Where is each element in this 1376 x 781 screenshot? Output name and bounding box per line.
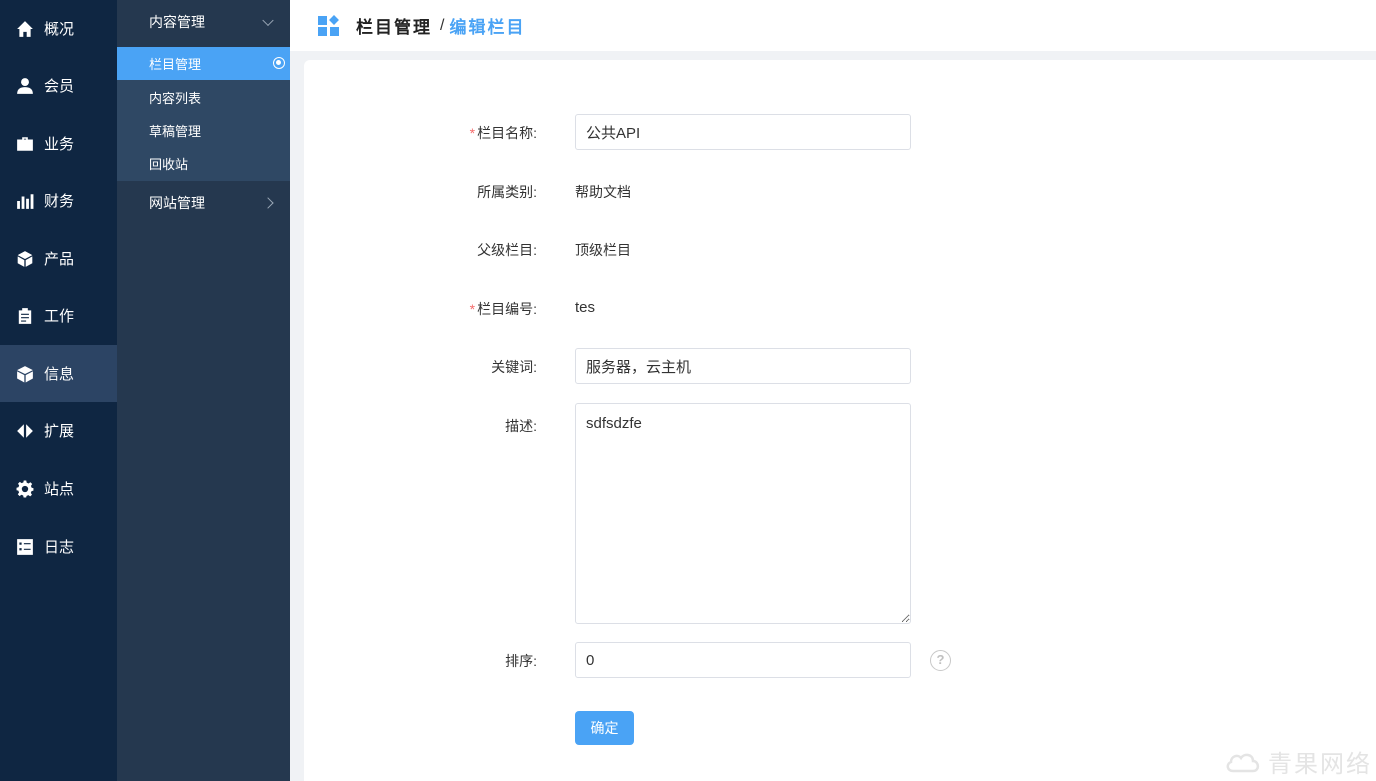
breadcrumb-parent[interactable]: 栏目管理 [356,13,432,38]
nav-item-products[interactable]: 产品 [0,230,117,287]
required-mark: * [469,125,476,141]
group-site-management[interactable]: 网站管理 [117,181,290,225]
nav-label: 产品 [44,251,75,268]
bar-chart-icon [16,192,34,210]
expand-arrows-icon [16,422,34,440]
group-label: 内容管理 [149,14,205,30]
submenu-label: 回收站 [149,157,189,172]
nav-item-work[interactable]: 工作 [0,287,117,344]
user-icon [16,77,34,95]
column-code-label: * 栏目编号: [469,301,537,317]
nav-item-logs[interactable]: 日志 [0,518,117,575]
nav-item-site[interactable]: 站点 [0,460,117,517]
required-mark: * [469,301,476,317]
box-icon [16,365,34,383]
breadcrumb-separator: / [440,16,445,34]
submenu-label: 栏目管理 [149,57,202,72]
chevron-right-icon [262,197,274,209]
breadcrumb-current: 编辑栏目 [449,18,526,37]
secondary-sidebar: 内容管理 栏目管理 内容列表 草稿管理 回收站 网站管理 [117,0,290,781]
submenu-label: 草稿管理 [149,124,202,139]
cube-icon [16,250,34,268]
nav-label: 会员 [44,78,75,95]
parent-column-label: 父级栏目: [477,242,537,258]
description-textarea[interactable]: sdfsdzfe [575,403,911,624]
keywords-label: 关键词: [491,359,537,375]
submit-button[interactable]: 确定 [575,711,634,745]
submenu-label: 内容列表 [149,91,202,106]
nav-label: 工作 [44,308,75,325]
top-header: 栏目管理 / 编辑栏目 [290,0,1376,51]
watermark: 青果网络 [1224,744,1372,779]
home-icon [16,20,34,38]
nav-label: 概况 [44,21,75,38]
description-label: 描述: [505,418,537,434]
grid-icon [318,14,339,36]
chevron-down-icon [262,14,274,27]
nav-item-business[interactable]: 业务 [0,115,117,172]
submenu-item-drafts[interactable]: 草稿管理 [117,114,290,147]
group-label: 网站管理 [149,195,205,211]
nav-label: 财务 [44,193,75,210]
watermark-text: 青果网络 [1268,751,1372,778]
edit-column-form: *栏目名称: 所属类别: 帮助文档 父级栏目: 顶级栏目 *栏目编号: tes … [304,60,1376,781]
column-name-label: * 栏目名称: [469,125,537,141]
checklist-icon [16,538,34,556]
nav-label: 业务 [44,136,75,153]
group-content-management[interactable]: 内容管理 [117,0,290,44]
cloud-logo-icon [1226,753,1260,772]
sort-order-input[interactable] [575,642,911,678]
submenu-item-column-management[interactable]: 栏目管理 [117,47,290,80]
gear-icon [16,480,34,498]
active-radio-icon [273,57,285,69]
nav-label: 扩展 [44,423,75,440]
sort-order-label: 排序: [505,653,537,669]
nav-item-extensions[interactable]: 扩展 [0,402,117,459]
nav-item-members[interactable]: 会员 [0,57,117,114]
main-sidebar: 概况 会员 业务 财务 产品 工作 信息 扩展 站点 日志 [0,0,117,781]
nav-label: 信息 [44,366,75,383]
clipboard-icon [16,307,34,325]
help-icon[interactable]: ? [930,650,951,671]
nav-item-info[interactable]: 信息 [0,345,117,402]
nav-item-finance[interactable]: 财务 [0,172,117,229]
column-name-input[interactable] [575,114,911,150]
nav-label: 日志 [44,539,75,556]
submenu-item-content-list[interactable]: 内容列表 [117,81,290,114]
category-label: 所属类别: [477,184,537,200]
nav-item-overview[interactable]: 概况 [0,0,117,57]
briefcase-icon [16,135,34,153]
category-value: 帮助文档 [575,184,631,200]
parent-column-value: 顶级栏目 [575,242,631,258]
nav-label: 站点 [44,481,75,498]
keywords-input[interactable] [575,348,911,384]
content-submenu: 栏目管理 内容列表 草稿管理 回收站 [117,47,290,181]
submenu-item-recycle-bin[interactable]: 回收站 [117,147,290,180]
column-code-value: tes [575,299,596,316]
